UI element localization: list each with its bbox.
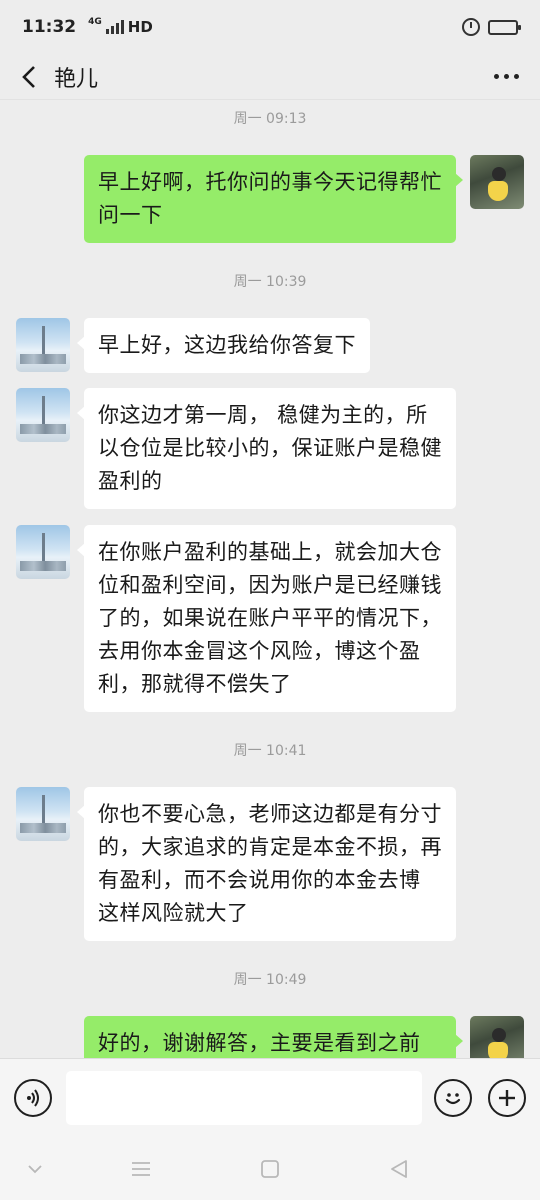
- hd-label: HD: [127, 18, 153, 36]
- my-avatar[interactable]: [470, 155, 524, 209]
- voice-icon[interactable]: [14, 1079, 52, 1117]
- chat-area[interactable]: 周一 09:13 早上好啊，托你问的事今天记得帮忙问一下 周一 10:39 早上…: [0, 100, 540, 1058]
- network-type: 4G: [88, 17, 102, 27]
- more-dots-icon[interactable]: [486, 62, 526, 92]
- message-input[interactable]: [66, 1071, 422, 1125]
- network-indicator: 4G HD: [88, 17, 153, 37]
- emoji-icon[interactable]: [434, 1079, 472, 1117]
- battery-icon: [488, 19, 521, 35]
- message-bubble-other[interactable]: 你这边才第一周， 稳健为主的，所以仓位是比较小的，保证账户是稳健盈利的: [77, 388, 456, 509]
- signal-icon: [105, 20, 124, 34]
- back-triangle-icon[interactable]: [384, 1154, 414, 1184]
- contact-avatar[interactable]: [16, 318, 70, 372]
- system-nav-bar: [0, 1136, 540, 1200]
- status-time: 11:32: [22, 17, 77, 37]
- timestamp: 周一 09:13: [233, 111, 307, 127]
- home-square-icon[interactable]: [255, 1154, 285, 1184]
- chat-title: 艳儿: [54, 66, 99, 92]
- collapse-chevron-icon[interactable]: [20, 1154, 50, 1184]
- message-bubble-other[interactable]: 在你账户盈利的基础上，就会加大仓位和盈利空间，因为账户是已经赚钱了的，如果说在账…: [77, 525, 456, 712]
- message-bubble-me[interactable]: 好的，谢谢解答，主要是看到之前: [84, 1016, 463, 1058]
- chevron-left-icon[interactable]: [14, 62, 44, 92]
- message-bubble-me[interactable]: 早上好啊，托你问的事今天记得帮忙问一下: [84, 155, 463, 243]
- timestamp: 周一 10:41: [233, 743, 307, 759]
- message-bubble-other[interactable]: 你也不要心急，老师这边都是有分寸的，大家追求的肯定是本金不损，再有盈利，而不会说…: [77, 787, 456, 941]
- my-avatar[interactable]: [470, 1016, 524, 1058]
- status-bar: 11:32 4G HD: [0, 0, 540, 54]
- contact-avatar[interactable]: [16, 525, 70, 579]
- menu-icon[interactable]: [126, 1154, 156, 1184]
- contact-avatar[interactable]: [16, 388, 70, 442]
- timestamp: 周一 10:49: [233, 972, 307, 988]
- chat-header: 艳儿: [0, 54, 540, 100]
- plus-icon[interactable]: [488, 1079, 526, 1117]
- message-bubble-other[interactable]: 早上好，这边我给你答复下: [77, 318, 370, 373]
- input-bar: [0, 1058, 540, 1136]
- alarm-icon: [462, 18, 480, 36]
- contact-avatar[interactable]: [16, 787, 70, 841]
- timestamp: 周一 10:39: [233, 274, 307, 290]
